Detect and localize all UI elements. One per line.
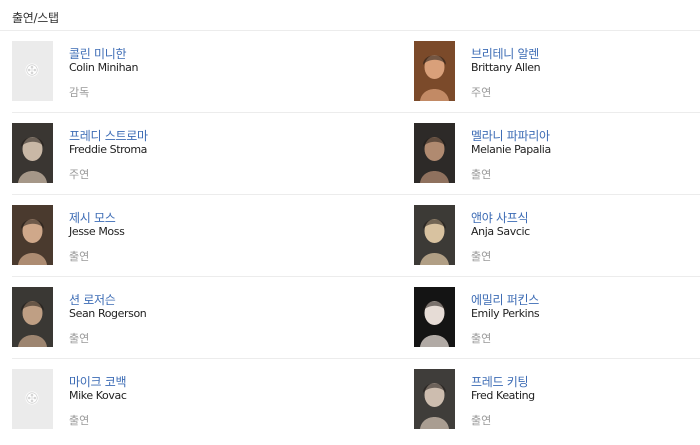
- film-reel-icon: [25, 63, 39, 77]
- photo-placeholder[interactable]: [12, 369, 53, 429]
- cast-photo[interactable]: [414, 205, 455, 265]
- cast-role: 출연: [69, 414, 90, 427]
- cast-role: 출연: [471, 332, 492, 345]
- cast-card[interactable]: 마이크 코백 Mike Kovac 출연: [12, 369, 312, 429]
- cast-name-english: Sean Rogerson: [69, 307, 147, 320]
- portrait-image: [12, 123, 53, 183]
- header-divider: [0, 30, 700, 31]
- cast-photo[interactable]: [12, 287, 53, 347]
- cast-photo[interactable]: [12, 205, 53, 265]
- cast-name-korean-link[interactable]: 제시 모스: [69, 209, 116, 226]
- portrait-image: [414, 41, 455, 101]
- cast-card[interactable]: 프레드 키팅 Fred Keating 출연: [414, 369, 700, 429]
- portrait-image: [414, 369, 455, 429]
- cast-name-english: Emily Perkins: [471, 307, 540, 320]
- cast-role: 출연: [69, 250, 90, 263]
- cast-role: 출연: [69, 332, 90, 345]
- cast-card[interactable]: 앤야 사프식 Anja Savcic 출연: [414, 205, 700, 265]
- cast-card[interactable]: 에밀리 퍼킨스 Emily Perkins 출연: [414, 287, 700, 347]
- cast-name-english: Fred Keating: [471, 389, 535, 402]
- cast-name-english: Jesse Moss: [69, 225, 125, 238]
- cast-role: 주연: [471, 86, 492, 99]
- portrait-image: [414, 205, 455, 265]
- photo-placeholder[interactable]: [12, 41, 53, 101]
- cast-photo[interactable]: [414, 369, 455, 429]
- cast-photo[interactable]: [414, 123, 455, 183]
- cast-role: 감독: [69, 86, 90, 99]
- cast-photo[interactable]: [414, 287, 455, 347]
- row-divider: [12, 112, 700, 113]
- cast-card[interactable]: 콜린 미니한 Colin Minihan 감독: [12, 41, 312, 101]
- cast-name-english: Anja Savcic: [471, 225, 530, 238]
- row-divider: [12, 358, 700, 359]
- cast-name-english: Melanie Papalia: [471, 143, 551, 156]
- cast-name-korean-link[interactable]: 에밀리 퍼킨스: [471, 291, 539, 308]
- cast-role: 출연: [471, 168, 492, 181]
- portrait-image: [414, 123, 455, 183]
- cast-card[interactable]: 프레디 스트로마 Freddie Stroma 주연: [12, 123, 312, 183]
- film-reel-icon: [25, 391, 39, 405]
- cast-card[interactable]: 브리테니 알렌 Brittany Allen 주연: [414, 41, 700, 101]
- cast-name-korean-link[interactable]: 멜라니 파파리아: [471, 127, 550, 144]
- cast-card[interactable]: 션 로저슨 Sean Rogerson 출연: [12, 287, 312, 347]
- cast-role: 주연: [69, 168, 90, 181]
- cast-name-english: Freddie Stroma: [69, 143, 148, 156]
- cast-card[interactable]: 제시 모스 Jesse Moss 출연: [12, 205, 312, 265]
- cast-name-korean-link[interactable]: 션 로저슨: [69, 291, 116, 308]
- cast-role: 출연: [471, 414, 492, 427]
- cast-name-english: Brittany Allen: [471, 61, 541, 74]
- cast-name-korean-link[interactable]: 콜린 미니한: [69, 45, 127, 62]
- cast-name-korean-link[interactable]: 마이크 코백: [69, 373, 127, 390]
- section-title: 출연/스탭: [12, 11, 59, 25]
- cast-name-english: Colin Minihan: [69, 61, 139, 74]
- cast-name-english: Mike Kovac: [69, 389, 127, 402]
- portrait-image: [414, 287, 455, 347]
- cast-name-korean-link[interactable]: 브리테니 알렌: [471, 45, 539, 62]
- row-divider: [12, 276, 700, 277]
- portrait-image: [12, 205, 53, 265]
- cast-photo[interactable]: [12, 123, 53, 183]
- cast-role: 출연: [471, 250, 492, 263]
- cast-card[interactable]: 멜라니 파파리아 Melanie Papalia 출연: [414, 123, 700, 183]
- cast-name-korean-link[interactable]: 앤야 사프식: [471, 209, 529, 226]
- cast-name-korean-link[interactable]: 프레디 스트로마: [69, 127, 148, 144]
- portrait-image: [12, 287, 53, 347]
- row-divider: [12, 194, 700, 195]
- cast-photo[interactable]: [414, 41, 455, 101]
- cast-name-korean-link[interactable]: 프레드 키팅: [471, 373, 529, 390]
